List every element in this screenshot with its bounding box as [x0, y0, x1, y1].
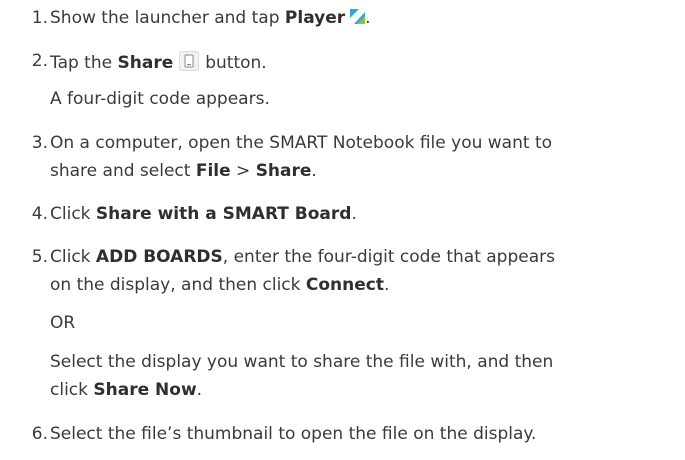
step-5-line-1: Click ADD BOARDS, enter the four-digit c…: [50, 247, 555, 267]
step-number: 2.: [31, 51, 48, 71]
step-6-text: Select the file’s thumbnail to open the …: [50, 424, 537, 444]
step-number: 4.: [31, 204, 48, 224]
add-boards-label: ADD BOARDS: [95, 247, 223, 267]
share-icon: [179, 51, 200, 71]
share-with-board-label: Share with a SMART Board: [95, 204, 352, 224]
step-2-post: button.: [205, 53, 267, 73]
menu-separator: >: [230, 161, 256, 181]
step-5-line-2: on the display, and then click Connect.: [50, 275, 389, 295]
connect-label: Connect: [305, 275, 384, 295]
player-icon: [350, 9, 366, 24]
step-3-post: .: [311, 161, 317, 181]
step-number: 6.: [31, 424, 48, 444]
file-menu-label: File: [195, 161, 231, 181]
step-5-pre: Click: [50, 247, 96, 267]
step-1-post: .: [365, 8, 371, 28]
step-4-pre: Click: [50, 204, 96, 224]
share-now-label: Share Now: [93, 380, 197, 400]
step-1-text: Show the launcher and tap Player.: [50, 8, 371, 28]
step-5-alt-pre: click: [50, 380, 94, 400]
step-2-note: A four-digit code appears.: [50, 89, 270, 109]
or-text: OR: [50, 313, 76, 333]
share-label: Share: [117, 53, 174, 73]
instructions-document: 1. Show the launcher and tap Player. 2. …: [0, 0, 685, 460]
step-number: 3.: [31, 133, 48, 153]
step-3-line-1: On a computer, open the SMART Notebook f…: [50, 133, 553, 153]
step-5-alt-line-2: click Share Now.: [50, 380, 202, 400]
step-1-pre: Show the launcher and tap: [50, 8, 285, 28]
step-number: 5.: [31, 247, 48, 267]
share-menu-label: Share: [255, 161, 312, 181]
step-5-mid: , enter the four-digit code that appears: [222, 247, 555, 267]
step-5-alt-line-1: Select the display you want to share the…: [50, 352, 554, 372]
step-5-post: .: [384, 275, 390, 295]
step-4-post: .: [351, 204, 357, 224]
step-5-line-2-pre: on the display, and then click: [50, 275, 306, 295]
step-number: 1.: [31, 8, 48, 28]
step-4-text: Click Share with a SMART Board.: [50, 204, 357, 224]
step-2-text: Tap the Share button.: [50, 51, 267, 73]
step-2-pre: Tap the: [50, 53, 118, 73]
step-5-alt-post: .: [196, 380, 203, 400]
player-label: Player: [284, 8, 346, 28]
step-3-pre: share and select: [50, 161, 196, 181]
step-3-line-2: share and select File > Share.: [50, 161, 317, 181]
